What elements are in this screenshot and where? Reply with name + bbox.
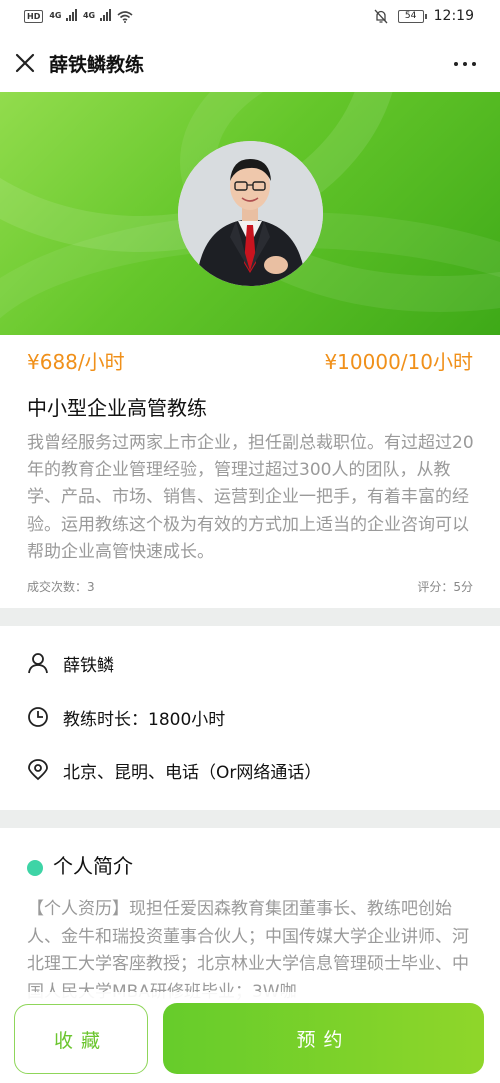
- hd-badge: HD: [24, 10, 44, 23]
- coach-name: 薛铁鳞: [63, 655, 114, 676]
- price-row: ¥688/小时 ¥10000/10小时: [27, 346, 473, 376]
- info-name: 薛铁鳞: [27, 648, 114, 678]
- signal-2: 4G: [83, 9, 111, 24]
- package-price: ¥10000/10小时: [324, 350, 473, 374]
- book-button[interactable]: 预约: [163, 1003, 484, 1074]
- signal-icon: [65, 9, 77, 21]
- status-right: 54 12:19: [374, 8, 474, 24]
- close-icon[interactable]: [14, 52, 36, 74]
- coach-photo: [178, 141, 323, 286]
- section-dot-icon: [27, 859, 43, 876]
- clock-icon: [28, 707, 48, 727]
- rating: 评分：5分: [417, 580, 473, 594]
- person-icon: [28, 653, 48, 674]
- favorite-button[interactable]: 收藏: [14, 1004, 148, 1074]
- network-type-2: 4G: [82, 11, 96, 20]
- profile-section-header: 个人简介: [27, 850, 133, 879]
- hourly-price: ¥688/小时: [27, 350, 125, 374]
- status-left: HD 4G 4G: [24, 9, 133, 24]
- avatar: [178, 141, 323, 286]
- deal-count: 成交次数：3: [27, 580, 95, 594]
- more-icon[interactable]: [454, 62, 476, 66]
- network-type-1: 4G: [49, 11, 62, 20]
- coach-description: 我曾经服务过两家上市企业，担任副总裁职位。有过超过20年的教育企业管理经验，管理…: [27, 433, 474, 562]
- divider: [0, 608, 500, 626]
- coaching-location: 北京、昆明、电话（Or网络通话）: [63, 762, 322, 783]
- wifi-icon: [117, 10, 133, 23]
- page-title: 薛铁鳞教练: [49, 54, 145, 76]
- mute-bell-icon: [374, 9, 388, 23]
- status-bar: HD 4G 4G 54 12:19: [0, 0, 500, 36]
- nav-bar: 薛铁鳞教练: [0, 36, 500, 92]
- section-title: 个人简介: [53, 854, 133, 878]
- profile-banner: [0, 92, 500, 335]
- signal-1: 4G: [49, 9, 77, 24]
- signal-icon: [99, 9, 111, 21]
- location-pin-icon: [28, 759, 48, 781]
- divider: [0, 810, 500, 828]
- meta-row: 成交次数：3 评分：5分: [27, 578, 473, 595]
- bottom-action-bar: 收藏 预约: [0, 992, 500, 1083]
- info-duration: 教练时长：1800小时: [27, 702, 225, 732]
- coach-title: 中小型企业高管教练: [27, 396, 207, 420]
- profile-bio: 【个人资历】现担任爱因森教育集团董事长、教练吧创始人、金牛和瑞投资董事合伙人；中…: [27, 899, 469, 1002]
- battery-icon: 54: [397, 9, 427, 23]
- status-time: 12:19: [433, 8, 474, 24]
- info-location: 北京、昆明、电话（Or网络通话）: [27, 755, 321, 785]
- coaching-duration: 教练时长：1800小时: [63, 709, 226, 730]
